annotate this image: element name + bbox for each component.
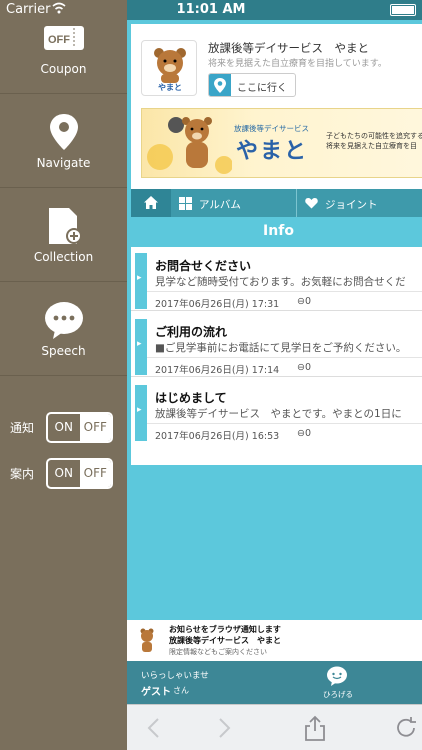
toggle-off-option[interactable]: OFF <box>79 414 111 441</box>
divider <box>147 291 422 292</box>
comment-icon: ⊖ <box>297 428 305 439</box>
news-title: お問合せください <box>155 259 252 273</box>
guest-bar: いらっしゃいませ ゲスト さん ひろげる <box>127 661 422 704</box>
news-title: はじめまして <box>155 391 227 405</box>
grid-icon <box>179 197 192 210</box>
location-pin-icon <box>209 74 231 96</box>
notice-line-3: 限定情報などもご案内ください <box>169 648 267 656</box>
status-time: 11:01 AM <box>176 2 246 17</box>
push-notice-banner[interactable]: お知らせをブラウザ通知します 放課後等デイサービス やまと 限定情報などもご案内… <box>127 620 422 661</box>
guide-toggle[interactable]: ON OFF <box>46 458 113 489</box>
menu-speech[interactable]: Speech <box>0 282 127 376</box>
tab-album-label: アルバム <box>199 199 241 211</box>
share-icon[interactable] <box>302 715 328 741</box>
map-pin-icon <box>50 114 78 150</box>
divider <box>147 423 422 424</box>
news-date: 2017年06月26日(月) 17:14 <box>155 365 280 376</box>
comment-count: ⊖0 <box>297 428 311 439</box>
toggle-on-option[interactable]: ON <box>48 414 80 441</box>
divider <box>147 357 422 358</box>
comment-count-value: 0 <box>304 362 312 373</box>
comment-icon: ⊖ <box>297 362 305 373</box>
info-heading: Info <box>131 217 422 245</box>
home-icon <box>144 196 158 209</box>
expand-label[interactable]: ひろげる <box>323 689 353 700</box>
toggle-off-option[interactable]: OFF <box>79 460 111 487</box>
speech-bubble-icon <box>45 302 83 339</box>
bear-mascot-icon <box>140 628 154 652</box>
shop-name: 放課後等デイサービス やまと <box>208 41 369 55</box>
guide-toggle-label: 案内 <box>10 467 35 481</box>
news-item[interactable]: ご利用の流れ ■ご見学事前にお電話にて見学日をご予約ください。 2017年06月… <box>131 313 422 377</box>
news-date: 2017年06月26日(月) 16:53 <box>155 431 280 442</box>
side-menu: OFF Coupon Navigate Collection Speech 通知… <box>0 0 127 750</box>
notice-line-2: 放課後等デイサービス やまと <box>169 636 281 645</box>
toggle-on-option[interactable]: ON <box>48 460 80 487</box>
collection-icon <box>49 208 82 244</box>
shop-logo: やまと <box>141 40 197 96</box>
main-panel: やまと 放課後等デイサービス やまと 将来を見据えた自立療育を目指しています。 … <box>127 0 422 750</box>
news-date: 2017年06月26日(月) 17:31 <box>155 299 280 310</box>
shop-card: やまと 放課後等デイサービス やまと 将来を見据えた自立療育を目指しています。 … <box>131 24 422 189</box>
row-divider <box>131 376 422 377</box>
expand-arrow-icon <box>135 385 147 441</box>
banner-copy-2: 将来を見据えた自立療育を目 <box>326 142 417 150</box>
back-arrow-icon[interactable] <box>141 715 167 741</box>
expand-arrow-icon <box>135 319 147 375</box>
status-bar: Carrier 11:01 AM <box>0 0 422 20</box>
menu-navigate-label: Navigate <box>36 156 91 170</box>
menu-coupon-label: Coupon <box>40 62 87 76</box>
guide-toggle-row: 案内 ON OFF <box>0 458 127 490</box>
guest-suffix: さん <box>173 686 189 695</box>
reload-icon[interactable] <box>393 715 419 741</box>
tab-joint-label: ジョイント <box>325 199 378 211</box>
guest-name: ゲスト <box>141 687 171 698</box>
comment-icon: ⊖ <box>297 296 305 307</box>
expand-arrow-icon <box>135 253 147 309</box>
banner-copy-1: 子どもたちの可能性を追究する <box>326 132 422 140</box>
news-body: 放課後等デイサービス やまとです。やまとの1日に <box>155 408 402 420</box>
tab-bar: アルバム ジョイント <box>131 189 422 217</box>
news-item[interactable]: お問合せください 見学など随時受付ております。お気軽にお問合せくだ 2017年0… <box>131 247 422 311</box>
news-item[interactable]: はじめまして 放課後等デイサービス やまとです。やまとの1日に 2017年06月… <box>131 379 422 443</box>
heart-icon <box>305 198 318 209</box>
notification-toggle[interactable]: ON OFF <box>46 412 113 443</box>
menu-collection-label: Collection <box>33 250 94 264</box>
menu-collection[interactable]: Collection <box>0 188 127 282</box>
coupon-icon: OFF <box>44 26 84 50</box>
news-body: ■ご見学事前にお電話にて見学日をご予約ください。 <box>155 342 407 354</box>
notification-toggle-row: 通知 ON OFF <box>0 412 127 444</box>
notice-line-1: お知らせをブラウザ通知します <box>169 625 281 634</box>
news-title: ご利用の流れ <box>155 325 228 339</box>
svg-text:OFF: OFF <box>48 34 70 46</box>
comment-count-value: 0 <box>304 428 312 439</box>
notification-toggle-label: 通知 <box>10 421 35 435</box>
comment-count: ⊖0 <box>297 362 311 373</box>
tab-album[interactable]: アルバム <box>171 189 297 217</box>
tab-home[interactable] <box>131 189 171 217</box>
menu-navigate[interactable]: Navigate <box>0 94 127 188</box>
comment-count: ⊖0 <box>297 296 311 307</box>
shop-tagline: 将来を見据えた自立療育を目指しています。 <box>208 59 387 69</box>
chat-bubble-icon[interactable] <box>326 666 348 686</box>
tab-joint[interactable]: ジョイント <box>297 189 422 217</box>
news-list: お問合せください 見学など随時受付ております。お気軽にお問合せくだ 2017年0… <box>131 247 422 465</box>
go-here-label: ここに行く <box>237 83 287 94</box>
browser-toolbar <box>127 704 422 750</box>
menu-speech-label: Speech <box>41 344 86 358</box>
forward-arrow-icon[interactable] <box>211 715 237 741</box>
bear-character-icon <box>147 117 232 174</box>
guest-greeting: いらっしゃいませ <box>141 671 209 681</box>
shop-banner[interactable]: 放課後等デイサービス やまと 子どもたちの可能性を追究する 将来を見据えた自立療… <box>141 108 422 178</box>
battery-icon <box>390 4 416 16</box>
shop-logo-text: やまと <box>158 83 182 92</box>
news-body: 見学など随時受付ております。お気軽にお問合せくだ <box>155 276 406 288</box>
go-here-button[interactable]: ここに行く <box>208 73 296 97</box>
banner-title: やまと <box>236 139 309 164</box>
row-divider <box>131 310 422 311</box>
comment-count-value: 0 <box>304 296 312 307</box>
